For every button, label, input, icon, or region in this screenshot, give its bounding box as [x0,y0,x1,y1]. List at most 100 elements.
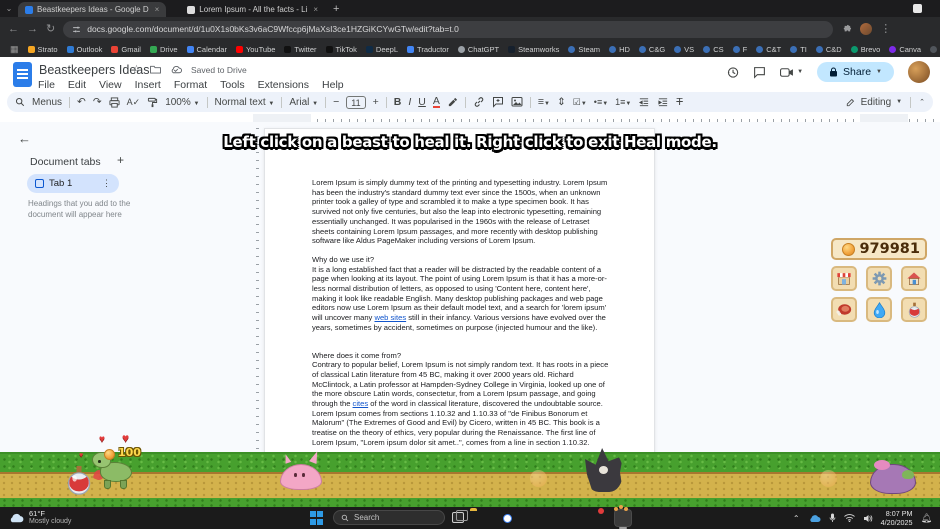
text-color-button[interactable]: A [433,96,440,109]
bookmark-item[interactable]: YouTube [236,45,275,54]
beast-pink-blob[interactable] [280,460,324,492]
house-button[interactable] [901,266,927,291]
line-spacing-icon[interactable]: ⇕ [557,97,566,108]
taskbar-clock[interactable]: 8:07 PM 4/20/2025 [881,509,913,527]
numbered-list-icon[interactable]: 1≡▼ [615,98,631,107]
browser-tab[interactable]: Lorem Ipsum - All the facts - Li × [180,2,325,17]
app-button[interactable] [557,510,573,526]
weather-widget[interactable]: 61°F Mostly cloudy [8,509,71,526]
bookmark-item[interactable]: TikTok [326,45,357,54]
microphone-icon[interactable] [829,513,836,523]
align-icon[interactable]: ≡▼ [538,97,550,108]
editing-mode-select[interactable]: Editing ▼ [846,97,903,108]
clear-formatting-icon[interactable]: T [676,97,682,108]
menu-help[interactable]: Help [322,79,344,91]
volume-icon[interactable] [863,514,873,523]
task-view-button[interactable] [452,512,464,523]
tab-options-icon[interactable]: ⋮ [102,178,111,189]
potion-button[interactable] [901,297,927,322]
vertical-ruler[interactable] [253,128,259,458]
bookmark-item[interactable]: CS [703,45,723,54]
tab-close-icon[interactable]: × [311,5,318,14]
wifi-icon[interactable] [844,514,855,522]
insert-image-icon[interactable] [511,96,523,108]
bookmark-item[interactable]: Strato [28,45,58,54]
google-docs-icon[interactable] [13,62,32,87]
version-history-icon[interactable] [726,66,739,79]
file-explorer-button[interactable] [470,510,486,526]
browser-menu-icon[interactable]: ⋮ [880,24,891,35]
web-sites-link[interactable]: web sites [374,313,406,322]
browser-tab-active[interactable]: Beastkeepers Ideas - Google D × [18,2,166,17]
bookmark-item[interactable]: Traductor [407,45,449,54]
bookmark-item[interactable]: ChatGPT [458,45,499,54]
zoom-select[interactable]: 100% ▼ [165,97,199,108]
tray-expand-icon[interactable]: ⌃ [793,514,800,523]
star-icon[interactable]: ☆ [132,64,141,75]
font-size-increase-button[interactable]: + [373,97,379,108]
app-button-dark[interactable] [673,510,689,526]
bookmark-item[interactable]: Drive [150,45,178,54]
menu-view[interactable]: View [99,79,122,91]
chrome-button[interactable] [499,510,515,526]
menus-search-button[interactable]: Menus [32,97,62,108]
cites-link[interactable]: cites [353,399,369,408]
bookmark-item[interactable]: VS [674,45,694,54]
site-settings-icon[interactable] [72,25,81,34]
font-size-decrease-button[interactable]: − [333,97,339,108]
browser-profile-avatar[interactable] [860,23,872,35]
beast-dark[interactable] [585,448,625,494]
water-button[interactable] [866,297,892,322]
bookmark-item[interactable]: DeepL [366,45,398,54]
shop-button[interactable] [831,266,857,291]
menu-file[interactable]: File [38,79,55,91]
paint-format-icon[interactable] [147,97,158,108]
bold-button[interactable]: B [394,97,402,108]
new-tab-button[interactable]: + [333,3,339,15]
taskbar-search[interactable]: Search [333,510,445,525]
bookmark-item[interactable]: C&D [816,45,842,54]
increase-indent-icon[interactable] [657,97,669,108]
bookmark-item[interactable]: C&G [639,45,665,54]
sidebar-tab-1[interactable]: Tab 1 ⋮ [27,174,119,193]
apps-grid-icon[interactable]: ▦ [10,44,19,55]
steam-button[interactable] [528,510,544,526]
menu-edit[interactable]: Edit [68,79,86,91]
back-icon[interactable]: ← [8,24,19,35]
beastkeepers-app-button[interactable] [615,510,631,526]
collapse-toolbar-icon[interactable]: ⌃ [919,99,925,106]
font-select[interactable]: Arial ▼ [289,97,318,108]
bookmark-item[interactable]: F [733,45,748,54]
redo-icon[interactable]: ↷ [93,97,102,108]
spellcheck-icon[interactable]: A✓ [127,98,141,107]
add-comment-icon[interactable] [492,96,504,108]
app-button-blue[interactable] [644,510,660,526]
notifications-bell-icon[interactable]: 🔔︎ [921,513,932,524]
print-icon[interactable] [109,97,120,108]
menu-extensions[interactable]: Extensions [258,79,309,91]
tab-search-icon[interactable]: ⌄ [0,4,18,13]
bulleted-list-icon[interactable]: •≡▼ [594,98,608,107]
highlight-color-icon[interactable] [447,97,458,108]
menu-format[interactable]: Format [174,79,207,91]
share-button[interactable]: Share ▼ [817,62,894,82]
comments-icon[interactable] [753,66,766,79]
paragraph-style-select[interactable]: Normal text ▼ [215,97,275,108]
italic-button[interactable]: I [408,97,411,108]
reload-icon[interactable]: ↻ [46,24,55,35]
account-avatar[interactable] [908,61,930,83]
checklist-icon[interactable]: ☑▼ [573,98,587,107]
bookmark-item[interactable]: Outlook [67,45,103,54]
bookmark-item[interactable]: TI [790,45,807,54]
bookmark-item[interactable]: GitHub [930,45,940,54]
beast-purple[interactable] [870,456,922,498]
onedrive-icon[interactable] [808,514,821,523]
horizontal-ruler[interactable] [253,114,940,122]
bookmark-item[interactable]: Steam [568,45,600,54]
bookmark-item[interactable]: C&T [756,45,781,54]
menu-tools[interactable]: Tools [220,79,245,91]
window-restore-icon[interactable] [913,4,922,13]
decrease-indent-icon[interactable] [638,97,650,108]
underline-button[interactable]: U [418,97,426,108]
bookmark-item[interactable]: Gmail [111,45,141,54]
